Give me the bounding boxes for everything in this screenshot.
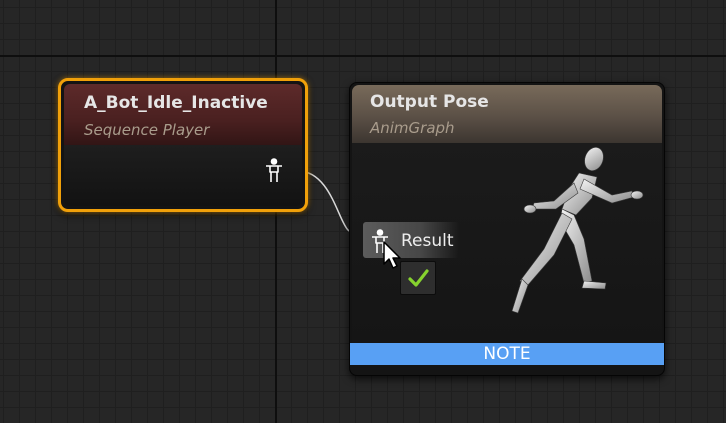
sequence-node-subtitle: Sequence Player (84, 121, 210, 139)
mannequin-running-preview (511, 147, 644, 314)
output-node-title: Output Pose (370, 92, 489, 112)
sequence-node-title: A_Bot_Idle_Inactive (84, 93, 268, 113)
output-node-header[interactable]: Output Pose AnimGraph (352, 85, 662, 143)
result-pin-label: Result (401, 231, 454, 251)
output-node-subtitle: AnimGraph (370, 119, 455, 137)
result-check-box[interactable] (400, 261, 436, 295)
checkmark-icon (408, 269, 429, 287)
note-bar[interactable]: NOTE (350, 343, 664, 365)
mouse-cursor-icon (383, 241, 401, 269)
pose-pin-icon[interactable] (263, 158, 285, 184)
sequence-player-node[interactable]: A_Bot_Idle_Inactive Sequence Player (58, 78, 308, 212)
sequence-node-header[interactable]: A_Bot_Idle_Inactive Sequence Player (64, 84, 302, 145)
